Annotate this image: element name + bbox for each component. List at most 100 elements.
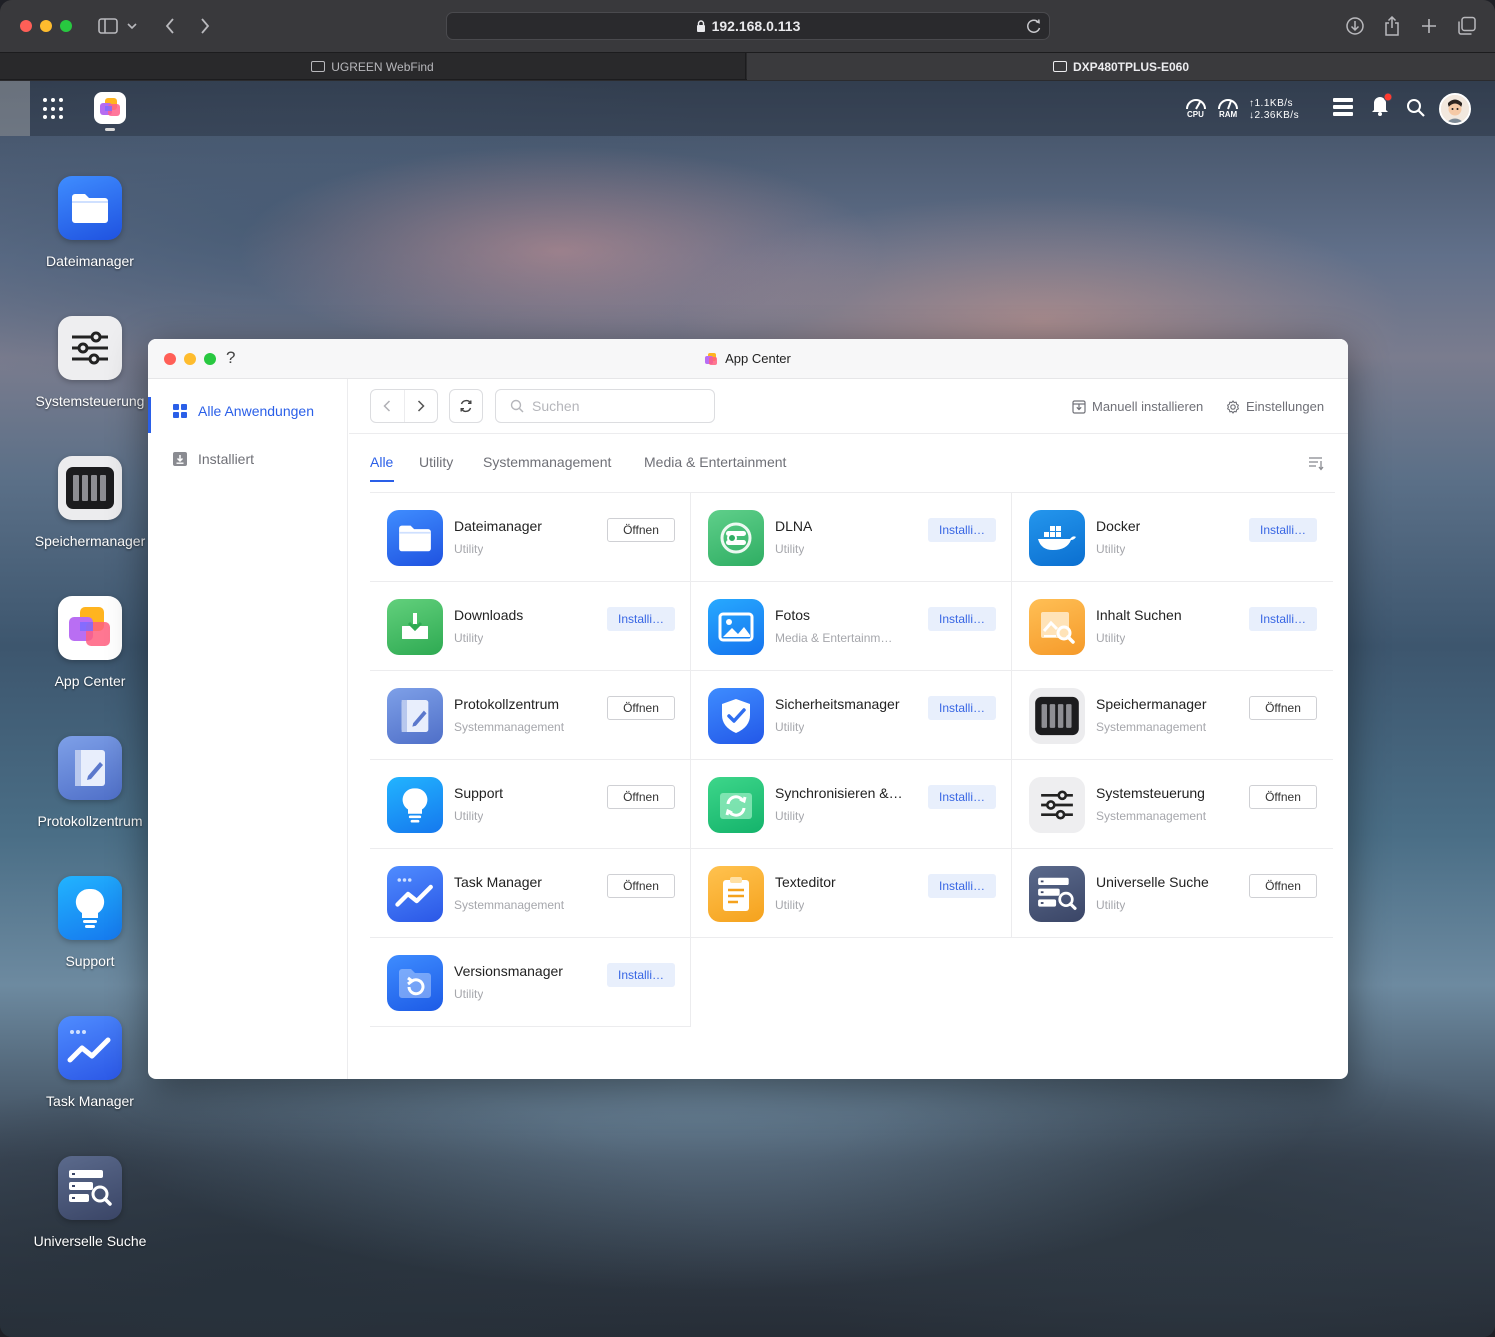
install-button[interactable]: Installi… xyxy=(928,785,996,809)
app-launcher-grid-icon[interactable] xyxy=(43,98,65,120)
app-card[interactable]: Dateimanager Utility Öffnen xyxy=(370,493,691,582)
app-card[interactable]: DLNA Utility Installi… xyxy=(691,493,1012,582)
back-icon[interactable] xyxy=(157,14,183,38)
search-input[interactable] xyxy=(532,398,702,414)
sidebar-toggle-icon[interactable] xyxy=(95,14,121,38)
sidebar-item-installiert[interactable]: Installiert xyxy=(148,439,348,479)
desktop-icon-task-manager[interactable]: Task Manager xyxy=(20,1016,160,1109)
app-name: Speichermanager xyxy=(1096,696,1207,712)
app-card[interactable]: Downloads Utility Installi… xyxy=(370,582,691,671)
app-card[interactable]: Inhalt Suchen Utility Installi… xyxy=(1012,582,1333,671)
app-card[interactable]: Support Utility Öffnen xyxy=(370,760,691,849)
forward-icon[interactable] xyxy=(192,14,218,38)
open-button[interactable]: Öffnen xyxy=(607,785,675,809)
desktop-icon-universelle-suche[interactable]: Universelle Suche xyxy=(20,1156,160,1249)
sort-icon[interactable] xyxy=(1308,455,1324,471)
open-button[interactable]: Öffnen xyxy=(607,874,675,898)
tab-utility[interactable]: Utility xyxy=(419,454,453,470)
browser-minimize-button[interactable] xyxy=(40,20,52,32)
open-button[interactable]: Öffnen xyxy=(607,518,675,542)
ram-gauge-icon[interactable] xyxy=(1216,95,1240,111)
desktop-icon-protokollzentrum[interactable]: Protokollzentrum xyxy=(20,736,160,829)
app-card[interactable]: Task Manager Systemmanagement Öffnen xyxy=(370,849,691,938)
desktop-icon-systemsteuerung[interactable]: Systemsteuerung xyxy=(20,316,160,409)
forward-button[interactable] xyxy=(405,390,438,422)
tab-label: UGREEN WebFind xyxy=(331,59,434,74)
user-avatar[interactable] xyxy=(1439,93,1471,125)
running-indicator xyxy=(105,128,115,131)
open-button[interactable]: Öffnen xyxy=(1249,874,1317,898)
manual-install-button[interactable]: Manuell installieren xyxy=(1072,399,1203,414)
desktop-icon-label: App Center xyxy=(54,673,126,689)
cpu-gauge-icon[interactable] xyxy=(1184,95,1208,111)
widgets-icon[interactable] xyxy=(1332,97,1354,117)
install-button[interactable]: Installi… xyxy=(928,874,996,898)
app-card[interactable]: Speichermanager Systemmanagement Öffnen xyxy=(1012,671,1333,760)
share-icon[interactable] xyxy=(1379,14,1405,38)
app-name: Support xyxy=(454,785,504,801)
app-card[interactable]: Synchronisieren &… Utility Installi… xyxy=(691,760,1012,849)
browser-close-button[interactable] xyxy=(20,20,32,32)
app-card[interactable]: Systemsteuerung Systemmanagement Öffnen xyxy=(1012,760,1333,849)
new-tab-icon[interactable] xyxy=(1416,14,1442,38)
app-card[interactable]: Texteditor Utility Installi… xyxy=(691,849,1012,938)
install-button[interactable]: Installi… xyxy=(928,696,996,720)
app-category: Utility xyxy=(1096,898,1126,912)
app-card[interactable]: Versionsmanager Utility Installi… xyxy=(370,938,691,1027)
install-button[interactable]: Installi… xyxy=(607,963,675,987)
window-title-bar[interactable]: ? App Center xyxy=(148,339,1348,379)
app-name: Inhalt Suchen xyxy=(1096,607,1182,623)
desktop-icon-speichermanager[interactable]: Speichermanager xyxy=(20,456,160,549)
app-card[interactable]: Fotos Media & Entertainm… Installi… xyxy=(691,582,1012,671)
app-center-window: ? App Center Alle Anwendungen Installier… xyxy=(148,339,1348,1079)
grid-icon xyxy=(173,404,187,418)
app-card[interactable]: Sicherheitsmanager Utility Installi… xyxy=(691,671,1012,760)
desktop-icon-dateimanager[interactable]: Dateimanager xyxy=(20,176,160,269)
install-button[interactable]: Installi… xyxy=(607,607,675,631)
app-category: Systemmanagement xyxy=(454,720,565,734)
sidebar-item-alle-anwendungen[interactable]: Alle Anwendungen xyxy=(148,391,348,433)
app-card[interactable]: Universelle Suche Utility Öffnen xyxy=(1012,849,1333,938)
search-icon[interactable] xyxy=(1406,98,1426,118)
desktop-icon-support[interactable]: Support xyxy=(20,876,160,969)
network-speed[interactable]: ↑1.1KB/s ↓2.36KB/s xyxy=(1249,98,1299,122)
tab-systemmanagement[interactable]: Systemmanagement xyxy=(483,454,611,470)
app-category: Utility xyxy=(454,542,484,556)
downloads-icon[interactable] xyxy=(1342,14,1368,38)
sliders-icon xyxy=(1029,777,1085,833)
upload-speed: ↑1.1KB/s xyxy=(1249,98,1294,109)
open-button[interactable]: Öffnen xyxy=(607,696,675,720)
notification-bell-icon[interactable] xyxy=(1370,93,1392,117)
tab-alle[interactable]: Alle xyxy=(370,454,393,470)
browser-zoom-button[interactable] xyxy=(60,20,72,32)
tab-media-entertainment[interactable]: Media & Entertainment xyxy=(644,454,786,470)
tab-dxp480tplus[interactable]: DXP480TPLUS-E060 xyxy=(747,53,1495,80)
chevron-down-icon[interactable] xyxy=(124,14,140,38)
version-restore-icon xyxy=(387,955,443,1011)
app-name: Downloads xyxy=(454,607,524,623)
back-button[interactable] xyxy=(371,390,405,422)
open-button[interactable]: Öffnen xyxy=(1249,696,1317,720)
app-name: Task Manager xyxy=(454,874,542,890)
refresh-button[interactable] xyxy=(449,389,483,423)
install-button[interactable]: Installi… xyxy=(928,607,996,631)
chart-trend-icon xyxy=(58,1016,122,1080)
app-name: Systemsteuerung xyxy=(1096,785,1205,801)
taskbar-app-center-icon[interactable] xyxy=(94,92,126,124)
address-bar[interactable]: 192.168.0.113 xyxy=(446,12,1050,40)
install-button[interactable]: Installi… xyxy=(1249,518,1317,542)
app-center-icon xyxy=(705,352,718,365)
install-button[interactable]: Installi… xyxy=(1249,607,1317,631)
tab-ugreen-webfind[interactable]: UGREEN WebFind xyxy=(0,53,746,80)
reload-icon[interactable] xyxy=(1025,17,1043,35)
desktop-icon-app-center[interactable]: App Center xyxy=(20,596,160,689)
open-button[interactable]: Öffnen xyxy=(1249,785,1317,809)
app-card[interactable]: Protokollzentrum Systemmanagement Öffnen xyxy=(370,671,691,760)
search-box[interactable] xyxy=(495,389,715,423)
settings-button[interactable]: Einstellungen xyxy=(1226,399,1324,414)
install-button[interactable]: Installi… xyxy=(928,518,996,542)
app-card[interactable]: Docker Utility Installi… xyxy=(1012,493,1333,582)
app-category: Media & Entertainm… xyxy=(775,631,893,645)
tab-overview-icon[interactable] xyxy=(1454,14,1480,38)
app-category: Systemmanagement xyxy=(1096,809,1207,823)
